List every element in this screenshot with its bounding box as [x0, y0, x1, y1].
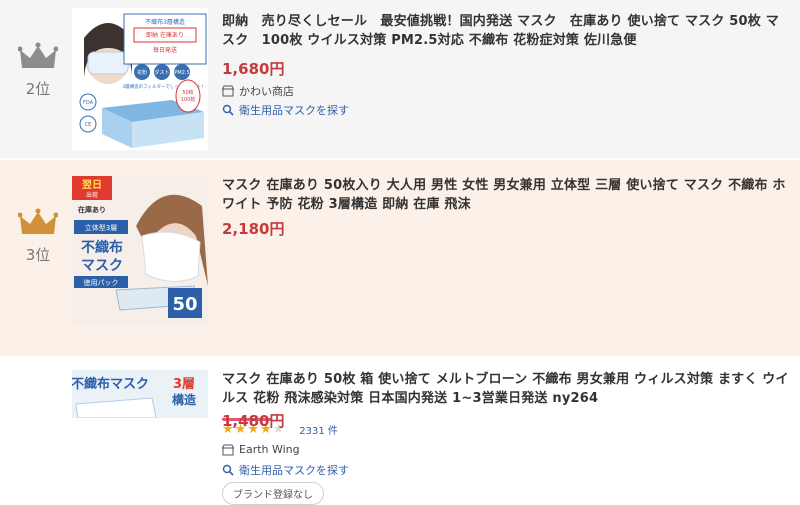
thumb-caption: マスク [81, 258, 123, 274]
product-image[interactable]: 翌日 出荷 在庫あり 立体型3層 不織布 マスク 徳用パック 50 [72, 176, 208, 326]
category-link-text[interactable]: 衛生用品マスクを探す [239, 462, 349, 478]
category-search-link[interactable]: 衛生用品マスクを探す [222, 102, 349, 118]
product-price: 2,180円 [222, 220, 285, 238]
thumb-caption: 100枚 [181, 96, 196, 103]
shop-name[interactable]: かわい商店 [239, 83, 294, 99]
thumb-caption: FDA [83, 100, 94, 106]
product-title[interactable]: 即納 売り尽くしセール 最安値挑戦！国内発送 マスク 在庫あり 使い捨て マスク… [222, 12, 792, 50]
ranking-item-2[interactable]: 2位 不織布3層構造 即納 在庫あり 毎日発送 花粉 ダスト PM2.5 3層構… [0, 0, 800, 158]
rank-label: 2位 [25, 80, 51, 98]
thumb-caption: 3層 [173, 377, 195, 392]
thumb-caption: CE [85, 122, 92, 128]
mask-product-photo: 不織布マスク 3層 構造 [72, 370, 208, 418]
shop-name[interactable]: Earth Wing [239, 443, 300, 456]
shop-info[interactable]: Earth Wing [222, 443, 300, 456]
rank-label: 3位 [25, 246, 51, 264]
product-price: 1,680円 [222, 60, 285, 78]
shop-icon [222, 85, 234, 97]
brand-tag[interactable]: ブランド登録なし [222, 482, 324, 505]
shop-icon [222, 444, 234, 455]
product-title[interactable]: マスク 在庫あり 50枚 箱 使い捨て メルトブローン 不織布 男女兼用 ウィル… [222, 370, 792, 408]
product-price: 1,480円 [222, 412, 285, 430]
rank-2-indicator: 2位 [14, 42, 62, 99]
thumb-caption: 即納 在庫あり [146, 31, 184, 39]
thumb-caption: 不織布3層構造 [145, 18, 185, 26]
silver-crown-icon [18, 42, 58, 68]
thumb-caption: 立体型3層 [85, 223, 117, 232]
thumb-caption: 不織布 [81, 239, 123, 256]
shop-info[interactable]: かわい商店 [222, 83, 294, 99]
thumb-caption: ダスト [154, 69, 169, 76]
product-image[interactable]: 不織布3層構造 即納 在庫あり 毎日発送 花粉 ダスト PM2.5 3層構造のフ… [72, 8, 208, 150]
mask-product-photo: 不織布3層構造 即納 在庫あり 毎日発送 花粉 ダスト PM2.5 3層構造のフ… [72, 8, 208, 150]
mask-product-photo: 翌日 出荷 在庫あり 立体型3層 不織布 マスク 徳用パック 50 [72, 176, 208, 326]
search-icon [222, 104, 234, 116]
thumb-caption: 徳用パック [84, 278, 119, 287]
thumb-caption: 花粉 [137, 69, 147, 76]
thumb-caption: 在庫あり [78, 205, 106, 214]
ranking-item-3[interactable]: 3位 翌日 出荷 在庫あり 立体型3層 不織布 マスク 徳用パック 50 マスク… [0, 160, 800, 505]
thumb-caption: 50枚 [182, 89, 193, 96]
thumb-caption: 50 [172, 294, 197, 315]
thumb-caption: 不織布マスク [72, 376, 149, 392]
search-icon [222, 464, 234, 476]
bronze-crown-icon [18, 208, 58, 234]
thumb-caption: 毎日発送 [153, 46, 177, 54]
category-search-link[interactable]: 衛生用品マスクを探す [222, 462, 349, 478]
product-image[interactable]: 不織布マスク 3層 構造 [72, 370, 208, 418]
thumb-caption: PM2.5 [174, 70, 189, 76]
ranking-item-4[interactable]: 不織布マスク 3層 構造 マスク 在庫あり 50枚 箱 使い捨て メルトブローン… [0, 358, 800, 430]
category-link-text[interactable]: 衛生用品マスクを探す [239, 102, 349, 118]
thumb-caption: 出荷 [86, 191, 98, 199]
thumb-caption: 構造 [172, 392, 197, 407]
product-title[interactable]: マスク 在庫あり 50枚入り 大人用 男性 女性 男女兼用 立体型 三層 使い捨… [222, 176, 792, 214]
review-count[interactable]: 2331 件 [299, 422, 338, 437]
rank-3-indicator: 3位 [14, 208, 62, 265]
thumb-caption: 翌日 [82, 179, 102, 191]
